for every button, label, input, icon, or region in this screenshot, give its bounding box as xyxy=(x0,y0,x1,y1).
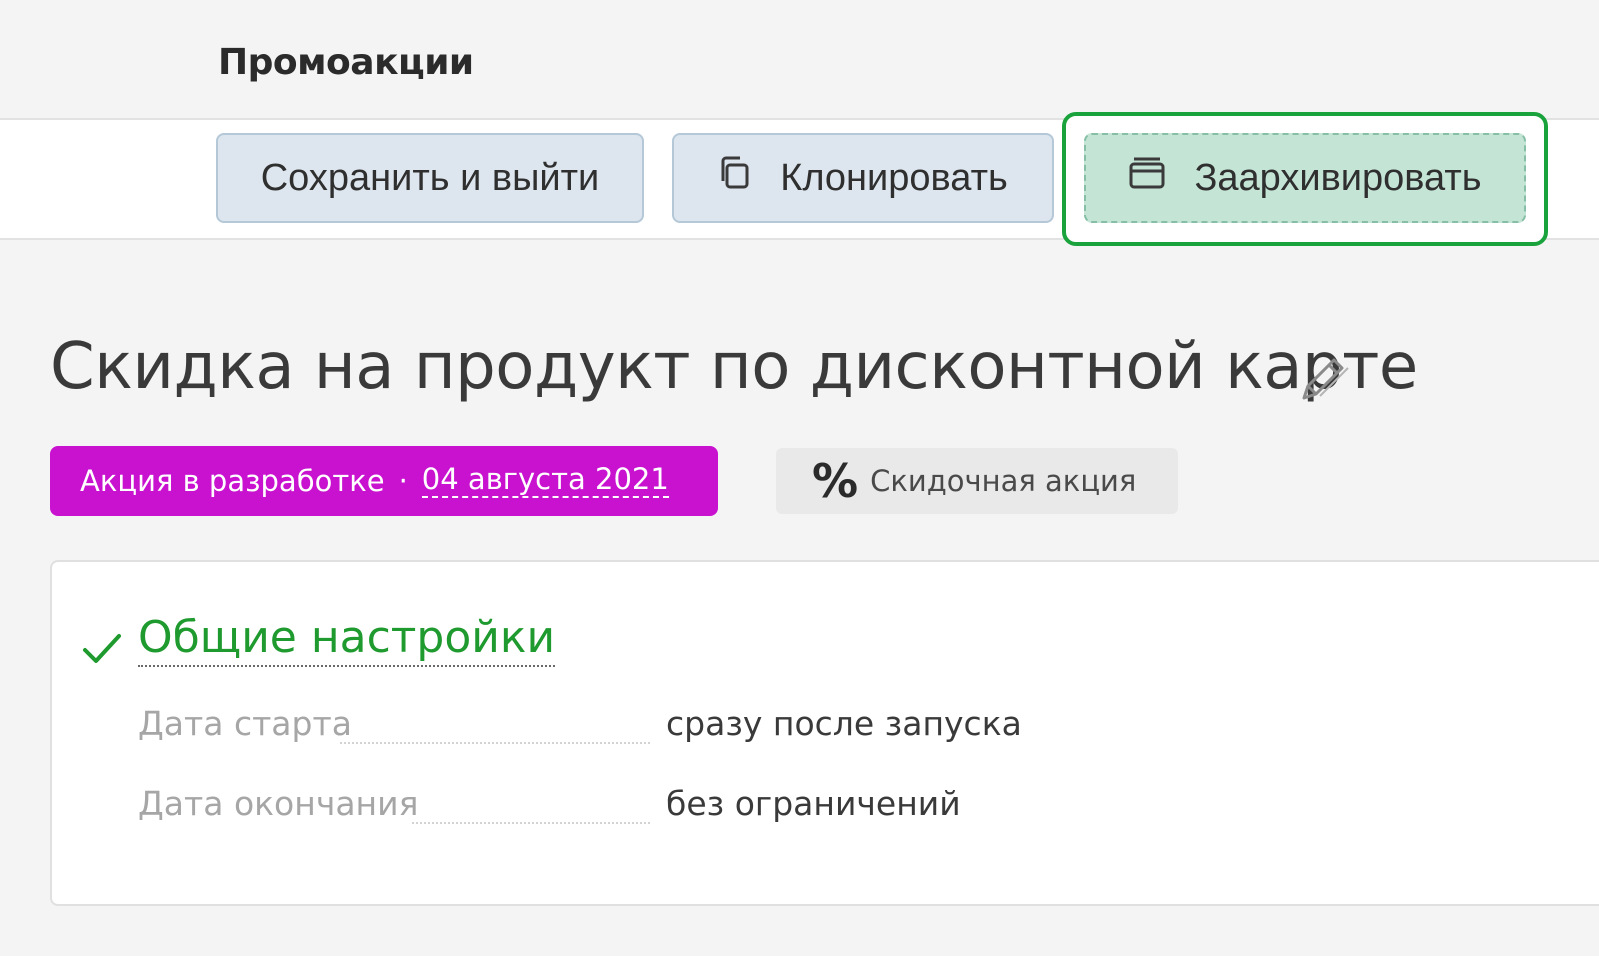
archive-label: Заархивировать xyxy=(1194,156,1482,199)
top-bar: Промоакции xyxy=(0,0,1599,120)
end-date-label: Дата окончания xyxy=(138,784,419,823)
end-date-leader xyxy=(412,822,650,824)
section-title: Промоакции xyxy=(218,42,474,83)
archive-button[interactable]: Заархивировать xyxy=(1084,133,1526,223)
promo-type-badge: % Скидочная акция xyxy=(776,448,1178,514)
general-settings-heading[interactable]: Общие настройки xyxy=(138,612,556,667)
status-text: Акция в разработке xyxy=(80,464,385,498)
promo-type-label: Скидочная акция xyxy=(870,464,1137,498)
percent-icon: % xyxy=(812,454,859,508)
start-date-leader xyxy=(340,742,650,744)
start-date-value: сразу после запуска xyxy=(666,704,1022,743)
status-date-link[interactable]: 04 августа 2021 xyxy=(421,463,669,498)
promo-title: Скидка на продукт по дисконтной карте xyxy=(50,330,1418,404)
clone-label: Клонировать xyxy=(780,156,1008,199)
start-date-label: Дата старта xyxy=(138,704,352,743)
pencil-icon[interactable] xyxy=(1294,348,1354,408)
status-badge: Акция в разработке · 04 августа 2021 xyxy=(50,446,718,516)
save-and-exit-button[interactable]: Сохранить и выйти xyxy=(216,133,644,223)
end-date-value: без ограничений xyxy=(666,784,961,823)
save-and-exit-label: Сохранить и выйти xyxy=(260,156,600,199)
status-separator: · xyxy=(398,464,408,498)
check-icon xyxy=(80,626,124,670)
clone-button[interactable]: Клонировать xyxy=(672,133,1054,223)
copy-icon xyxy=(718,155,752,201)
archive-icon xyxy=(1128,156,1166,200)
